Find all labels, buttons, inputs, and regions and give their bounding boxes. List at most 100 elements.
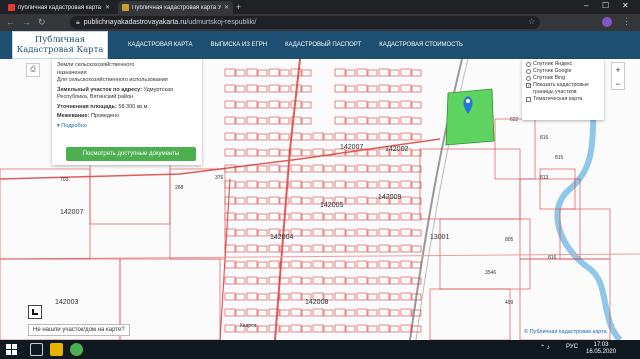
layer-bing-satellite[interactable]: Спутник Bing [526, 75, 600, 82]
parcel-outline [411, 181, 422, 189]
parcel-outline [312, 276, 324, 285]
map-label: 815 [555, 155, 564, 161]
parcel-outline [389, 229, 400, 237]
parcel-outline [290, 276, 302, 285]
parcel-outline [235, 101, 246, 109]
parcel-outline [334, 308, 346, 317]
profile-avatar[interactable] [602, 17, 612, 27]
chrome-icon[interactable] [70, 343, 83, 356]
details-link[interactable]: ▾ Подробно [57, 123, 197, 129]
land-category-2: назначения [57, 69, 87, 76]
site-favicon-icon [122, 4, 129, 11]
nav-cadastral-map[interactable]: Кадастровая карта [128, 42, 192, 48]
parcel-outline [224, 324, 236, 333]
browser-tab[interactable]: публичная кадастровая карта - ✕ [4, 1, 114, 14]
parcel-outline [301, 149, 312, 157]
parcel-outline [400, 68, 412, 77]
parcel-outline [312, 260, 324, 269]
parcel-outline [345, 293, 356, 301]
parcel-outline [389, 117, 400, 125]
parcel-outline [224, 196, 236, 205]
close-icon[interactable]: ✕ [224, 4, 229, 11]
radio-icon[interactable] [526, 69, 531, 74]
window-close-icon[interactable]: ✕ [622, 1, 629, 10]
parcel-outline [279, 69, 290, 77]
not-found-button[interactable]: Не нашли участок/дом на карте? [28, 324, 130, 336]
parcel-outline [323, 181, 334, 189]
layer-yandex-satellite[interactable]: Спутник Яндекс [526, 61, 600, 68]
parcel-outline [411, 325, 422, 333]
parcel-outline [400, 228, 412, 237]
parcel-outline [246, 68, 258, 77]
maximize-icon[interactable]: ☐ [602, 1, 609, 10]
parcel-outline [334, 100, 346, 109]
parcel-outline [400, 180, 412, 189]
back-icon[interactable]: ← [6, 17, 15, 27]
parcel-outline [268, 260, 280, 269]
parcel-outline [400, 324, 412, 333]
file-explorer-icon[interactable] [50, 343, 63, 356]
reload-icon[interactable]: ↻ [38, 17, 46, 28]
new-tab-icon[interactable]: + [236, 2, 241, 12]
parcel-outline [290, 292, 302, 301]
tab-title: публичная кадастровая карта - [18, 4, 102, 11]
parcel-outline [312, 180, 324, 189]
nav-cadastral-passport[interactable]: Кадастровый паспорт [285, 42, 361, 48]
parcel-outline [400, 212, 412, 221]
map-label: 816 [540, 135, 549, 141]
parcel-outline [400, 132, 412, 141]
minimize-icon[interactable]: – [584, 1, 588, 10]
print-icon[interactable]: ⎙ [26, 63, 40, 77]
close-icon[interactable]: ✕ [105, 4, 110, 11]
parcel-outline [389, 101, 400, 109]
parcel-outline [334, 228, 346, 237]
map-copyright[interactable]: © Публичная кадастровая карта [524, 329, 607, 335]
parcel-outline [367, 165, 378, 173]
parcel-outline [378, 276, 390, 285]
site-nav: Кадастровая карта Выписка из ЕГРН Кадаст… [128, 31, 463, 59]
parcel-outline [312, 132, 324, 141]
zoom-in-icon[interactable]: + [612, 63, 624, 77]
browser-menu-icon[interactable]: ⋮ [622, 16, 631, 27]
fullscreen-icon[interactable] [28, 305, 42, 319]
map-label: 813 [540, 175, 549, 181]
parcel-outline [235, 85, 246, 93]
parcel-outline [400, 100, 412, 109]
view-documents-button[interactable]: Посмотреть доступные документы [66, 147, 196, 161]
parcel-outline [257, 197, 268, 205]
map-label: 703 [60, 177, 69, 183]
language-indicator[interactable]: РУС [566, 344, 578, 350]
parcel-outline [257, 245, 268, 253]
parcel-outline [378, 260, 390, 269]
parcel-outline [323, 277, 334, 285]
layer-cadastral-borders[interactable]: ✓ Показать кадастровые границы участков [526, 82, 600, 96]
address-label: Земельный участок по адресу: [57, 86, 142, 93]
radio-icon[interactable] [526, 62, 531, 67]
map-label: 3546 [485, 270, 496, 276]
radio-icon[interactable] [526, 76, 531, 81]
windows-start-icon[interactable] [6, 344, 17, 355]
address-bar[interactable]: 🔒︎ publichnayakadastrovayakarta.ru/udmur… [70, 16, 540, 29]
parcel-outline [356, 180, 368, 189]
task-view-icon[interactable] [30, 343, 43, 356]
browser-tab-active[interactable]: Публичная кадастровая карта У ✕ [118, 1, 233, 14]
nav-cadastral-value[interactable]: Кадастровая стоимость [379, 42, 463, 48]
clock[interactable]: 17:03 16.05.2020 [586, 342, 616, 356]
zoom-out-icon[interactable]: − [612, 77, 624, 91]
parcel-outline [235, 117, 246, 125]
tray-icons[interactable]: ⌃ ♪ [540, 344, 550, 351]
map-label: 142008 [305, 299, 328, 306]
layer-thematic-map[interactable]: Тематическая карта [526, 96, 600, 103]
parcel-outline [367, 325, 378, 333]
forward-icon[interactable]: → [22, 17, 31, 27]
parcel-outline [246, 260, 258, 269]
parcel-outline [301, 117, 312, 125]
nav-egrn-extract[interactable]: Выписка из ЕГРН [210, 42, 267, 48]
checkbox-icon[interactable] [526, 97, 531, 102]
site-logo[interactable]: Публичная Кадастровая Карта [12, 31, 108, 59]
parcel-outline [268, 196, 280, 205]
parcel-outline [345, 181, 356, 189]
layer-google-satellite[interactable]: Спутник Google [526, 68, 600, 75]
bookmark-star-icon[interactable]: ☆ [528, 17, 535, 26]
checkbox-checked-icon[interactable]: ✓ [526, 83, 531, 89]
